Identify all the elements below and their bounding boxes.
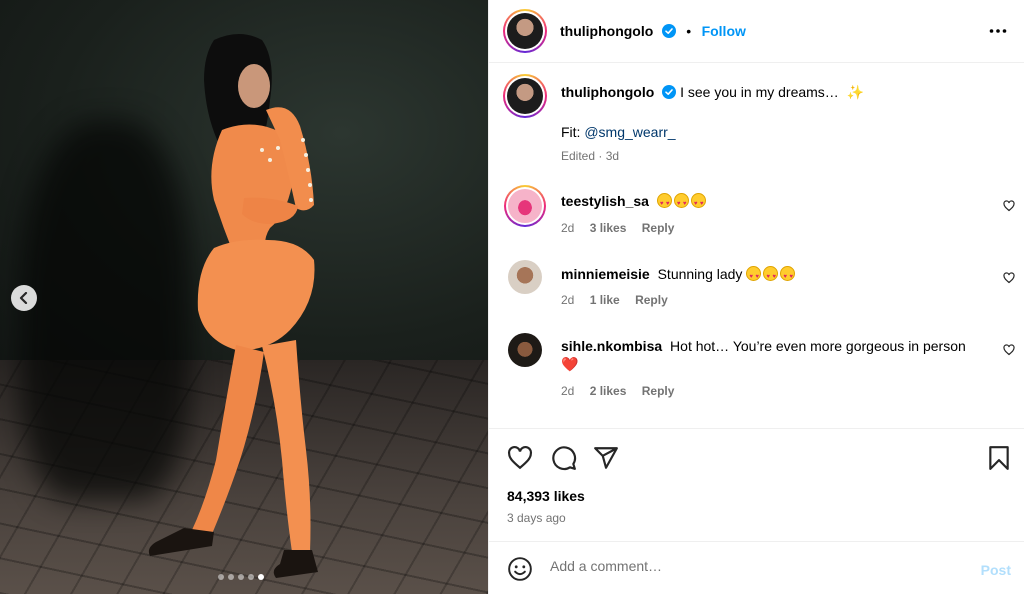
comment-username[interactable]: minniemeisie [561, 266, 650, 282]
fit-label: Fit: [561, 124, 581, 140]
header-separator: • [686, 23, 692, 39]
caption-text: I see you in my dreams… [680, 84, 839, 100]
follow-button[interactable]: Follow [702, 23, 746, 39]
photo-figure [148, 34, 318, 578]
post-photo [0, 0, 488, 594]
post-header: thuliphongolo • Follow [489, 0, 1024, 63]
slide-dot [218, 574, 224, 580]
comment-emojis [746, 266, 797, 286]
comment-avatar[interactable] [504, 185, 546, 227]
comment-like-heart-icon[interactable] [1003, 344, 1015, 356]
post-comment-button[interactable]: Post [981, 562, 1011, 578]
comment-username[interactable]: teestylish_sa [561, 193, 649, 209]
slide-dot [238, 574, 244, 580]
reply-button[interactable]: Reply [642, 221, 675, 235]
sparkle-emoji: ✨ [846, 84, 865, 100]
verified-badge-icon [661, 24, 676, 38]
comment-text: Stunning lady [657, 266, 743, 282]
comment-bubble-icon[interactable] [551, 445, 577, 471]
reply-button[interactable]: Reply [642, 384, 675, 398]
post-details-panel: thuliphongolo • Follow thuliphongolo I s… [488, 0, 1024, 594]
comment-like-heart-icon[interactable] [1003, 200, 1015, 212]
heart-outline-icon[interactable] [507, 445, 533, 471]
comment-avatar[interactable] [508, 260, 542, 294]
author-avatar[interactable] [503, 9, 547, 53]
paper-plane-icon[interactable] [593, 445, 619, 471]
slide-dot [228, 574, 234, 580]
post-time-ago: 3 days ago [507, 511, 566, 525]
add-comment-bar: Post [489, 541, 1024, 594]
slide-indicator [218, 574, 264, 580]
comment-text: Hot hot… You’re even more gorgeous in pe… [670, 338, 966, 354]
comment-username[interactable]: sihle.nkombisa [561, 338, 662, 354]
comment-avatar[interactable] [508, 333, 542, 367]
bookmark-icon[interactable] [987, 445, 1011, 471]
caption-username[interactable]: thuliphongolo [561, 84, 654, 100]
heart-emoji: ❤️ [561, 356, 579, 372]
caption-author-avatar[interactable] [503, 74, 547, 118]
comment-time: 2d [561, 293, 575, 307]
likes-count[interactable]: 84,393 likes [507, 488, 585, 504]
chevron-left-icon [19, 292, 28, 304]
comment-likes[interactable]: 2 likes [590, 384, 627, 398]
comment-like-heart-icon[interactable] [1003, 272, 1015, 284]
comment-input[interactable] [550, 558, 950, 574]
verified-badge-icon [662, 85, 677, 99]
comment-time: 2d [561, 384, 575, 398]
fit-mention-link[interactable]: @smg_wearr_ [584, 124, 675, 140]
comment-likes[interactable]: 1 like [590, 293, 620, 307]
comment-time: 2d [561, 221, 575, 235]
caption-edited-time: Edited · 3d [561, 149, 620, 163]
comment-likes[interactable]: 3 likes [590, 221, 627, 235]
post-actions [489, 428, 1024, 541]
previous-slide-button[interactable] [11, 285, 37, 311]
slide-dot-active [258, 574, 264, 580]
comment-emojis [656, 193, 708, 213]
smiley-face-icon[interactable] [507, 556, 533, 582]
more-horizontal-icon[interactable] [989, 22, 1007, 40]
slide-dot [248, 574, 254, 580]
author-username[interactable]: thuliphongolo [560, 23, 653, 39]
reply-button[interactable]: Reply [635, 293, 668, 307]
